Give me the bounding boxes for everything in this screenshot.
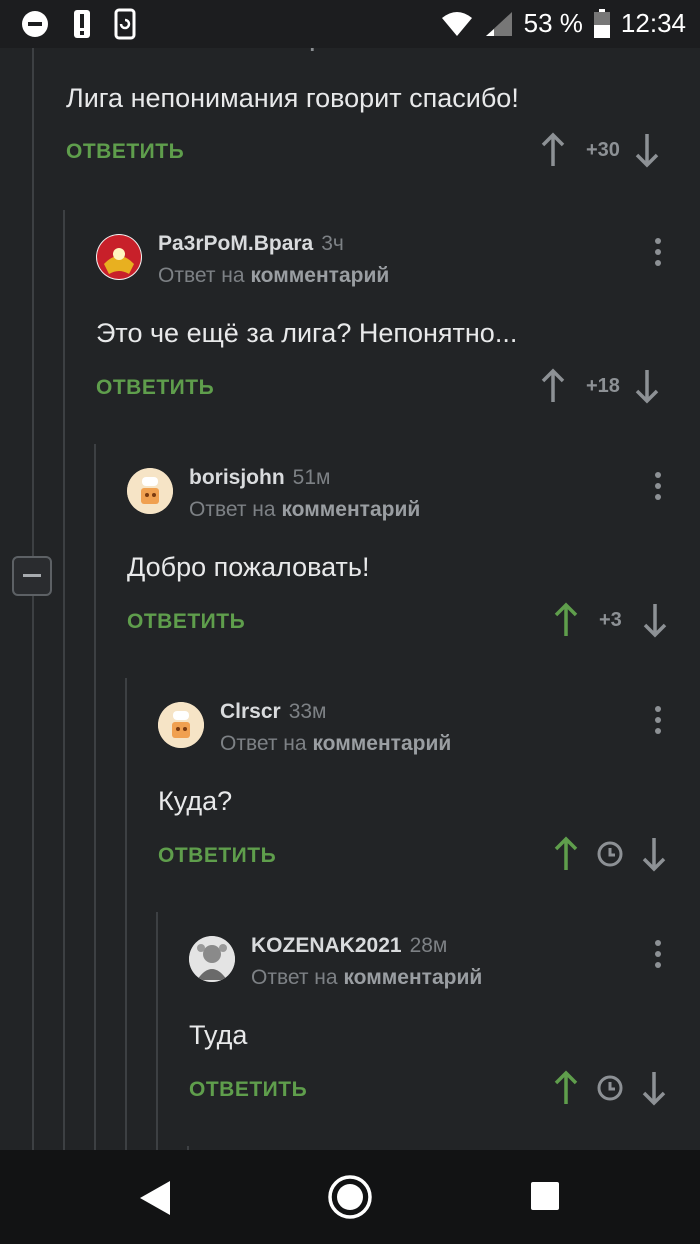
comment-text: Это че ещё за лига? Непонятно...	[96, 318, 518, 348]
reply-button[interactable]: ОТВЕТИТЬ	[189, 1078, 307, 1102]
comment-text: Добро пожаловать!	[127, 552, 370, 582]
upvote-icon[interactable]	[538, 368, 568, 404]
upvote-icon[interactable]	[551, 602, 581, 638]
vote-block: +18	[538, 368, 662, 404]
comment: KOZENAK2021 28м Ответ на комментарий Туда…	[189, 934, 686, 1126]
comment-actions: ОТВЕТИТЬ	[158, 836, 686, 884]
more-options-icon[interactable]	[654, 472, 662, 502]
vote-block	[551, 836, 669, 872]
do-not-disturb-icon	[22, 11, 48, 37]
vote-block: +30	[538, 132, 662, 168]
comment-age: 33м	[288, 700, 327, 723]
vote-block	[551, 1070, 669, 1106]
vote-block: +3	[551, 602, 670, 638]
upvote-icon[interactable]	[538, 132, 568, 168]
downvote-icon[interactable]	[640, 602, 670, 638]
reply-to-label[interactable]: Ответ на комментарий	[158, 264, 389, 288]
score: +3	[599, 608, 622, 631]
comment-age: 51м	[292, 466, 331, 489]
clock-icon	[597, 841, 623, 867]
score: +30	[586, 138, 620, 161]
home-icon[interactable]	[327, 1174, 373, 1220]
author-name[interactable]: Clrscr 33м	[220, 700, 327, 724]
collapse-thread-button[interactable]	[12, 556, 52, 596]
reply-button[interactable]: ОТВЕТИТЬ	[158, 844, 276, 868]
navigation-bar	[0, 1150, 700, 1244]
comment: Лига непонимания говорит спасибо! ОТВЕТИ…	[66, 0, 686, 190]
reply-button[interactable]: ОТВЕТИТЬ	[96, 376, 214, 400]
author-name[interactable]: KOZENAK2021 28м	[251, 934, 447, 958]
thread-line	[94, 444, 96, 1150]
downvote-icon[interactable]	[639, 1070, 669, 1106]
clock-icon	[597, 1075, 623, 1101]
comment-actions: ОТВЕТИТЬ	[189, 1070, 686, 1118]
reply-to-label[interactable]: Ответ на комментарий	[189, 498, 420, 522]
back-icon[interactable]	[136, 1178, 176, 1218]
comment-actions: ОТВЕТИТЬ +3	[127, 602, 686, 650]
comment-age: 3ч	[321, 232, 344, 255]
reply-to-label[interactable]: Ответ на комментарий	[251, 966, 482, 990]
reply-to-label[interactable]: Ответ на комментарий	[220, 732, 451, 756]
comment-actions: ОТВЕТИТЬ +30	[66, 132, 686, 180]
more-options-icon[interactable]	[654, 706, 662, 736]
comment: Pa3rPoM.Bpara 3ч Ответ на комментарий Это…	[96, 232, 686, 424]
more-options-icon[interactable]	[654, 238, 662, 268]
reply-button[interactable]: ОТВЕТИТЬ	[66, 140, 184, 164]
comment-text: Лига непонимания говорит спасибо!	[66, 83, 519, 113]
avatar	[96, 234, 142, 280]
author-name[interactable]: Pa3rPoM.Bpara 3ч	[158, 232, 344, 256]
comment-actions: ОТВЕТИТЬ +18	[96, 368, 686, 416]
comment-text: Куда?	[158, 786, 233, 816]
thread-line	[63, 210, 65, 1150]
upvote-icon[interactable]	[551, 1070, 581, 1106]
comment-age: 28м	[409, 934, 448, 957]
score: +18	[586, 374, 620, 397]
avatar	[189, 936, 235, 982]
thread-line	[125, 678, 127, 1150]
thread-line	[156, 912, 158, 1150]
author-name[interactable]: borisjohn 51м	[189, 466, 330, 490]
downvote-icon[interactable]	[632, 368, 662, 404]
comment: borisjohn 51м Ответ на комментарий Добро …	[127, 466, 686, 658]
thread-line	[32, 48, 34, 1150]
more-options-icon[interactable]	[654, 940, 662, 970]
reply-button[interactable]: ОТВЕТИТЬ	[127, 610, 245, 634]
downvote-icon[interactable]	[632, 132, 662, 168]
avatar	[127, 468, 173, 514]
recents-icon[interactable]	[530, 1181, 560, 1211]
upvote-icon[interactable]	[551, 836, 581, 872]
avatar	[158, 702, 204, 748]
downvote-icon[interactable]	[639, 836, 669, 872]
comment-text: Туда	[189, 1020, 248, 1050]
comment: Clrscr 33м Ответ на комментарий Куда? ОТВ…	[158, 700, 686, 892]
